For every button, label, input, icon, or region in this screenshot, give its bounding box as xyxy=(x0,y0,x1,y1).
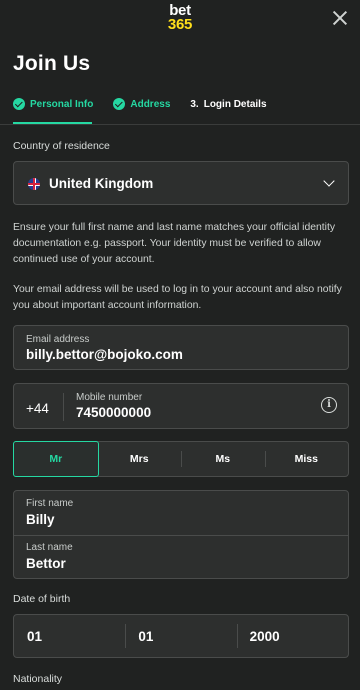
dob-month-input[interactable]: 01 xyxy=(125,615,236,657)
check-circle-icon xyxy=(13,98,25,110)
name-fields: First name Billy Last name Bettor xyxy=(13,490,349,579)
first-name-label: First name xyxy=(26,498,74,509)
step-label: Address xyxy=(130,98,171,110)
divider xyxy=(0,124,360,125)
nationality-label: Nationality xyxy=(13,673,63,685)
country-select[interactable]: United Kingdom xyxy=(13,161,349,205)
step-number: 3. xyxy=(190,98,199,110)
title-option-mr[interactable]: Mr xyxy=(13,441,99,477)
dob-label: Date of birth xyxy=(13,593,71,605)
email-field[interactable]: Email address billy.bettor@bojoko.com xyxy=(13,325,349,370)
mobile-label: Mobile number xyxy=(76,392,143,403)
email-label: Email address xyxy=(26,334,90,345)
step-personal-info[interactable]: Personal Info xyxy=(13,97,93,111)
country-code-prefix[interactable]: +44 xyxy=(26,401,49,416)
country-label: Country of residence xyxy=(13,140,110,152)
registration-steps: Personal Info Address 3. Login Details xyxy=(13,97,347,123)
step-label: Login Details xyxy=(203,98,267,110)
title-option-ms[interactable]: Ms xyxy=(181,442,265,476)
title-option-mrs[interactable]: Mrs xyxy=(98,442,182,476)
info-icon[interactable]: i xyxy=(321,397,337,413)
first-name-field[interactable]: First name Billy xyxy=(14,491,348,536)
chevron-down-icon xyxy=(323,175,335,187)
dob-day-input[interactable]: 01 xyxy=(14,615,125,657)
dob-month-value: 01 xyxy=(138,629,154,644)
bet365-logo: bet 365 xyxy=(0,3,360,33)
dob-year-value: 2000 xyxy=(249,629,280,644)
country-value: United Kingdom xyxy=(49,176,154,191)
uk-flag-icon xyxy=(28,178,40,190)
mobile-value: 7450000000 xyxy=(76,405,152,420)
first-name-value: Billy xyxy=(26,512,55,527)
step-label: Personal Info xyxy=(30,98,94,110)
identity-notice: Ensure your full first name and last nam… xyxy=(13,222,336,265)
step-login-details[interactable]: 3. Login Details xyxy=(190,97,266,111)
email-notice: Your email address will be used to log i… xyxy=(13,284,342,311)
title-option-miss[interactable]: Miss xyxy=(264,442,349,476)
top-bar: bet 365 xyxy=(0,0,360,40)
date-of-birth-field: 01 01 2000 xyxy=(13,614,349,658)
page-title: Join Us xyxy=(13,52,91,75)
dob-day-value: 01 xyxy=(27,629,43,644)
close-icon[interactable] xyxy=(332,10,348,26)
check-circle-icon xyxy=(113,98,126,110)
last-name-value: Bettor xyxy=(26,556,66,571)
last-name-field[interactable]: Last name Bettor xyxy=(14,535,348,579)
dob-year-input[interactable]: 2000 xyxy=(236,615,348,657)
mobile-field[interactable]: +44 Mobile number 7450000000 i xyxy=(13,383,349,429)
email-value: billy.bettor@bojoko.com xyxy=(26,347,183,362)
logo-text-365: 365 xyxy=(167,16,193,33)
divider xyxy=(63,393,64,421)
title-selector: Mr Mrs Ms Miss xyxy=(13,441,349,477)
step-address[interactable]: Address xyxy=(113,97,170,111)
last-name-label: Last name xyxy=(26,542,73,553)
